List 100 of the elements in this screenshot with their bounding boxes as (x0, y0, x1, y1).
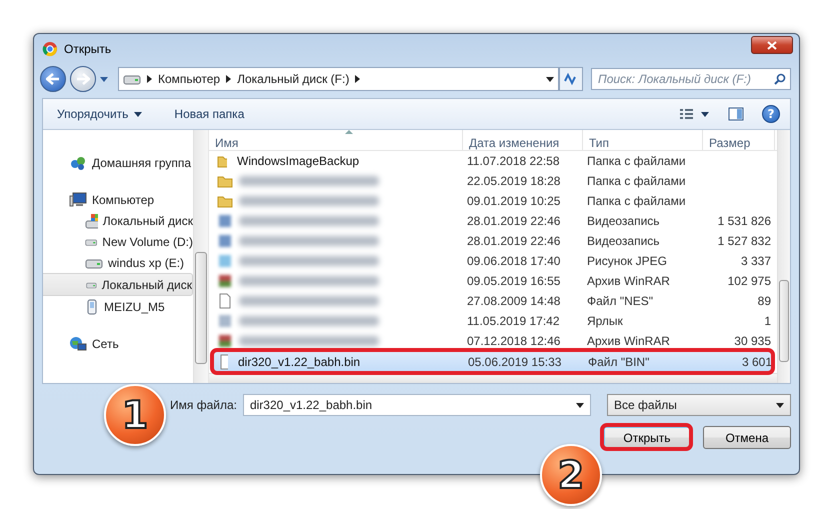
open-button[interactable]: Открыть (603, 426, 691, 449)
image-file-icon (217, 254, 233, 268)
type-cell-text: Папка с файлами (586, 154, 687, 168)
breadcrumb-arrow-icon[interactable] (355, 75, 360, 83)
breadcrumb[interactable]: Компьютер (158, 72, 220, 86)
file-icon (217, 293, 233, 309)
windows-drive-icon (85, 212, 98, 228)
close-icon (767, 40, 777, 50)
date-cell-text: 09.01.2019 10:25 (466, 194, 562, 208)
file-row[interactable]: 28.01.2019 22:46 Видеозапись 1 527 832 (213, 231, 773, 251)
date-cell-text: 28.01.2019 22:46 (466, 214, 562, 228)
file-row[interactable]: WindowsImageBackup 11.07.2018 22:58 Папка с файлами (213, 151, 773, 171)
folder-icon (217, 194, 233, 208)
sidebar-item[interactable]: Локальный диск (43, 273, 193, 296)
file-row[interactable]: 09.05.2019 16:55 Архив WinRAR 102 975 (213, 271, 773, 291)
forward-button[interactable] (70, 66, 96, 92)
filename-field[interactable]: dir320_v1.22_babh.bin (242, 394, 592, 416)
sidebar-item[interactable]: Сеть (43, 333, 193, 354)
sidebar-item[interactable]: windus xp (E:) (43, 252, 193, 273)
date-cell-text: 09.06.2018 17:40 (466, 254, 562, 268)
size-cell-text: 3 337 (740, 254, 772, 268)
archive-icon (217, 334, 233, 348)
date-cell-text: 07.12.2018 12:46 (466, 334, 562, 348)
type-cell-text: Видеозапись (586, 234, 661, 248)
file-row[interactable]: dir320_v1.22_babh.bin 05.06.2019 15:33 Файл "BIN" 3 601 (213, 351, 773, 373)
type-cell-text: Файл "NES" (586, 294, 654, 308)
archive-icon (217, 274, 233, 288)
back-arrow-icon (46, 73, 60, 85)
type-cell-text: Файл "BIN" (587, 355, 650, 369)
breadcrumb-arrow-icon[interactable] (226, 75, 232, 83)
computer-icon (69, 192, 87, 208)
window-title: Открыть (64, 42, 112, 56)
new-folder-button[interactable]: Новая папка (170, 104, 248, 124)
sidebar-item[interactable]: Локальный диск (43, 210, 193, 231)
date-cell-text: 11.07.2018 22:58 (466, 154, 561, 168)
homegroup-icon (69, 154, 87, 170)
file-type-dropdown[interactable]: Все файлы (607, 394, 791, 416)
type-cell-text: Папка с файлами (586, 174, 687, 188)
date-cell-text: 22.05.2019 18:28 (466, 174, 562, 188)
type-cell-text: Видеозапись (586, 214, 661, 228)
network-icon (69, 336, 87, 352)
size-cell-text: 1 527 832 (716, 234, 772, 248)
app-icon (42, 41, 58, 57)
sidebar-item[interactable]: Компьютер (43, 189, 193, 210)
caret-icon (134, 112, 142, 116)
file-row[interactable]: 09.06.2018 17:40 Рисунок JPEG 3 337 (213, 251, 773, 271)
folder-icon (217, 154, 227, 168)
breadcrumb-arrow-icon[interactable] (147, 75, 152, 83)
back-button[interactable] (40, 66, 66, 92)
shortcut-icon (217, 314, 233, 328)
size-cell-text: 89 (756, 294, 772, 308)
breadcrumb[interactable]: Локальный диск (F:) (237, 72, 350, 86)
close-button[interactable] (751, 36, 793, 54)
column-header[interactable]: Размер (703, 130, 775, 150)
file-row[interactable]: 11.05.2019 17:42 Ярлык 1 (213, 311, 773, 331)
cancel-button[interactable]: Отмена (703, 426, 791, 449)
dropdown-caret-icon[interactable] (546, 76, 554, 82)
organize-button[interactable]: Упорядочить (53, 104, 146, 124)
video-file-icon (217, 234, 233, 248)
search-field[interactable]: Поиск: Локальный диск (F:) (591, 68, 791, 90)
file-name: dir320_v1.22_babh.bin (237, 355, 362, 369)
dropdown-caret-icon (576, 402, 584, 408)
address-bar[interactable]: Компьютер Локальный диск (F:) (118, 67, 559, 91)
forward-arrow-icon (76, 73, 90, 85)
refresh-button[interactable] (559, 67, 583, 91)
date-cell-text: 09.05.2019 16:55 (466, 274, 562, 288)
sidebar-item[interactable]: MEIZU_M5 (43, 296, 193, 317)
sidebar-item[interactable]: Домашняя группа (43, 152, 193, 173)
type-cell-text: Рисунок JPEG (586, 254, 668, 268)
date-cell-text: 28.01.2019 22:46 (466, 234, 562, 248)
file-row[interactable]: 09.01.2019 10:25 Папка с файлами (213, 191, 773, 211)
type-cell-text: Архив WinRAR (586, 274, 671, 288)
column-header[interactable]: Тип (583, 130, 703, 150)
step-marker: 2 (540, 444, 602, 506)
type-cell-text: Папка с файлами (586, 194, 687, 208)
file-icon (218, 354, 228, 370)
scrollbar[interactable] (777, 130, 790, 383)
filename-label: Имя файла: (170, 398, 237, 412)
file-row[interactable]: 22.05.2019 18:28 Папка с файлами (213, 171, 773, 191)
scrollbar[interactable] (193, 130, 208, 383)
view-options-icon[interactable] (680, 108, 710, 120)
size-cell-text: 30 935 (733, 334, 772, 348)
preview-pane-icon[interactable] (728, 107, 744, 121)
file-name: WindowsImageBackup (236, 154, 360, 168)
date-cell-text: 27.08.2009 14:48 (466, 294, 562, 308)
drive-icon (123, 73, 141, 85)
sidebar-item[interactable]: New Volume (D:) (43, 231, 193, 252)
file-row[interactable]: 27.08.2009 14:48 Файл "NES" 89 (213, 291, 773, 311)
size-cell-text: 1 531 826 (716, 214, 772, 228)
dropdown-caret-icon (776, 402, 784, 408)
column-header[interactable]: Дата изменения (463, 130, 583, 150)
history-caret-icon[interactable] (100, 76, 108, 82)
size-cell-text: 1 (763, 314, 772, 328)
column-header[interactable]: Имя (209, 130, 463, 150)
file-row[interactable]: 28.01.2019 22:46 Видеозапись 1 531 826 (213, 211, 773, 231)
sort-arrow-icon (345, 130, 353, 134)
file-row[interactable]: 07.12.2018 12:46 Архив WinRAR 30 935 (213, 331, 773, 351)
type-cell-text: Архив WinRAR (586, 334, 671, 348)
date-cell-text: 05.06.2019 15:33 (467, 355, 562, 369)
type-cell-text: Ярлык (586, 314, 624, 328)
